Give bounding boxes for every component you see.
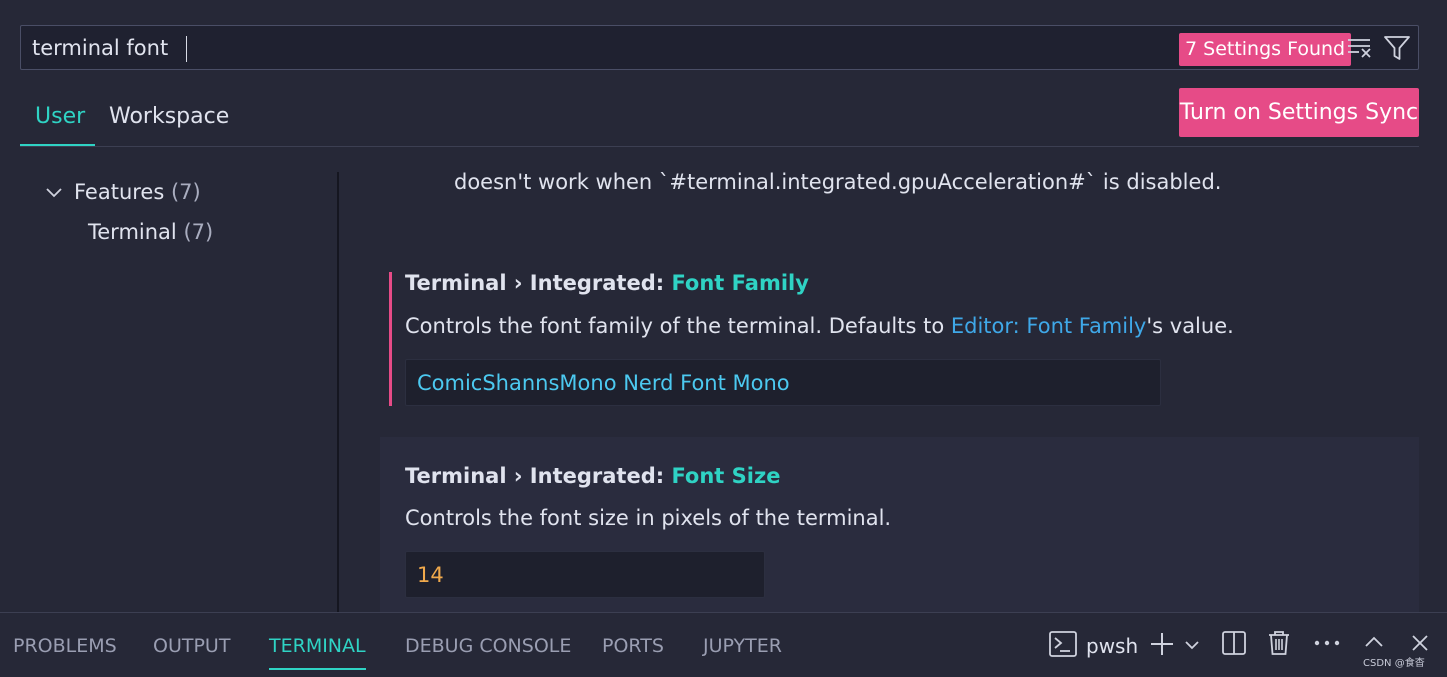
setting-title-prefix: Terminal › Integrated: [405,271,672,295]
clear-filter-icon[interactable] [1346,36,1374,60]
filter-icon[interactable] [1383,34,1411,62]
tree-item-features[interactable]: Features (7) [74,180,201,204]
watermark: CSDN @食杳 [1363,658,1425,669]
tree-item-terminal[interactable]: Terminal (7) [88,220,213,244]
font-family-input[interactable] [405,359,1161,406]
panel-tab-ports[interactable]: PORTS [602,635,664,657]
tabs-divider [20,146,1419,147]
setting-title-font-size: Terminal › Integrated: Font Size [405,464,780,488]
tree-item-label: Features [74,180,165,204]
settings-found-badge: 7 Settings Found [1179,33,1352,66]
kill-terminal-trash-icon[interactable] [1267,629,1291,657]
panel-tab-terminal[interactable]: TERMINAL [269,635,366,657]
editor-font-family-link[interactable]: Editor: Font Family [951,314,1147,338]
tree-item-label: Terminal [88,220,177,244]
setting-title-name: Font Size [671,464,781,488]
more-actions-ellipsis-icon[interactable] [1313,639,1341,647]
setting-description-text: Controls the font family of the terminal… [405,314,951,338]
panel-tab-problems[interactable]: PROBLEMS [13,635,117,657]
new-terminal-plus-icon[interactable] [1149,631,1175,657]
chevron-down-icon[interactable] [44,183,64,203]
active-panel-tab-indicator [269,668,366,670]
focused-setting-indicator [389,272,392,406]
tree-item-count: (7) [170,180,201,204]
font-size-input[interactable] [405,551,765,598]
close-panel-icon[interactable] [1410,633,1430,653]
setting-title-name: Font Family [671,271,809,295]
setting-title-prefix: Terminal › Integrated: [405,464,672,488]
tree-item-count: (7) [183,220,214,244]
panel-tab-jupyter[interactable]: JUPYTER [703,635,782,657]
tab-user[interactable]: User [35,104,85,129]
setting-description-text: 's value. [1146,314,1234,338]
previous-setting-description: doesn't work when `#terminal.integrated.… [454,170,1222,194]
setting-description-font-family: Controls the font family of the terminal… [405,314,1234,338]
setting-description-font-size: Controls the font size in pixels of the … [405,506,892,530]
turn-on-settings-sync-button[interactable]: Turn on Settings Sync [1179,88,1419,137]
split-terminal-icon[interactable] [1221,630,1247,656]
terminal-shell-icon[interactable] [1048,630,1078,658]
bottom-panel: PROBLEMS OUTPUT TERMINAL DEBUG CONSOLE P… [0,612,1447,677]
settings-search-input[interactable] [32,35,1132,61]
text-caret [186,36,187,62]
pane-splitter[interactable] [337,172,339,612]
panel-tab-debug-console[interactable]: DEBUG CONSOLE [405,635,571,657]
maximize-panel-chevron-up-icon[interactable] [1363,633,1385,651]
terminal-shell-label[interactable]: pwsh [1086,634,1138,658]
settings-search-box[interactable]: 7 Settings Found [20,25,1419,70]
tab-workspace[interactable]: Workspace [109,104,229,129]
setting-title-font-family: Terminal › Integrated: Font Family [405,271,809,295]
terminal-profiles-chevron-down-icon[interactable] [1183,637,1201,653]
panel-tab-output[interactable]: OUTPUT [153,635,230,657]
